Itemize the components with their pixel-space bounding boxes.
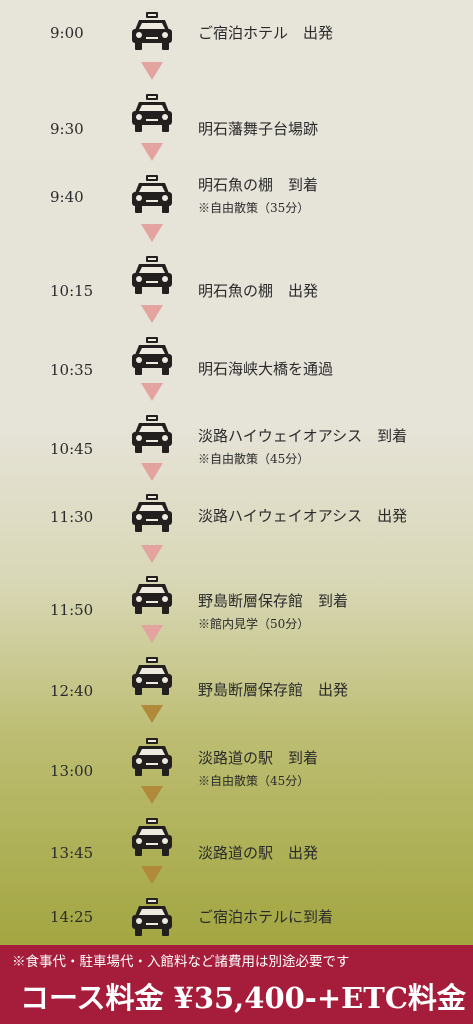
stop-item: ご宿泊ホテル 出発 <box>198 24 468 42</box>
stop-name: 明石魚の棚 到着 <box>198 176 319 194</box>
time-label: 9:40 <box>50 188 84 206</box>
stop-name: 淡路ハイウェイオアシス 出発 <box>198 507 408 525</box>
stop-item: 野島断層保存館 出発 <box>198 681 468 699</box>
time-label: 11:30 <box>50 508 94 526</box>
down-arrow-icon <box>141 305 163 323</box>
stop-item: 淡路ハイウェイオアシス 出発 <box>198 507 468 525</box>
taxi-icon <box>132 657 172 695</box>
down-arrow-icon <box>141 866 163 884</box>
stop-item: 野島断層保存館 到着 ※館内見学（50分） <box>198 592 468 632</box>
stop-name: 明石海峡大橋を通過 <box>198 360 334 378</box>
down-arrow-icon <box>141 224 163 242</box>
taxi-icon <box>132 576 172 614</box>
taxi-icon <box>132 337 172 375</box>
time-label: 10:15 <box>50 282 94 300</box>
course-price: コース料金 ¥35,400-+ETC料金 <box>20 981 466 1015</box>
taxi-icon <box>132 415 172 453</box>
down-arrow-icon <box>141 62 163 80</box>
time-label: 10:45 <box>50 440 94 458</box>
stop-name: ご宿泊ホテル 出発 <box>198 24 334 42</box>
time-label: 10:35 <box>50 361 94 379</box>
stop-name: 淡路ハイウェイオアシス 到着 <box>198 427 408 445</box>
down-arrow-icon <box>141 143 163 161</box>
time-label: 9:00 <box>50 24 84 42</box>
taxi-icon <box>132 494 172 532</box>
stop-name: 淡路道の駅 出発 <box>198 844 319 862</box>
stop-note: ※自由散策（45分） <box>198 452 310 466</box>
stop-note: ※自由散策（35分） <box>198 201 310 215</box>
time-label: 11:50 <box>50 601 94 619</box>
stop-note: ※館内見学（50分） <box>198 617 310 631</box>
stop-item: 淡路道の駅 出発 <box>198 844 468 862</box>
taxi-icon <box>132 12 172 50</box>
taxi-icon <box>132 898 172 936</box>
stop-item: 淡路道の駅 到着 ※自由散策（45分） <box>198 749 468 789</box>
time-label: 14:25 <box>50 908 94 926</box>
stop-item: 明石藩舞子台場跡 <box>198 120 468 138</box>
time-label: 9:30 <box>50 120 84 138</box>
stop-name: 明石藩舞子台場跡 <box>198 120 319 138</box>
schedule-background <box>0 0 473 945</box>
stop-item: 明石海峡大橋を通過 <box>198 360 468 378</box>
down-arrow-icon <box>141 786 163 804</box>
price-footer: ※食事代・駐車場代・入館料など諸費用は別途必要です コース料金 ¥35,400-… <box>0 945 473 1024</box>
taxi-icon <box>132 94 172 132</box>
taxi-icon <box>132 738 172 776</box>
fee-note: ※食事代・駐車場代・入館料など諸費用は別途必要です <box>12 954 350 970</box>
time-label: 13:00 <box>50 762 94 780</box>
stop-name: 淡路道の駅 到着 <box>198 749 319 767</box>
stop-name: 野島断層保存館 出発 <box>198 681 349 699</box>
down-arrow-icon <box>141 383 163 401</box>
stop-name: 野島断層保存館 到着 <box>198 592 349 610</box>
down-arrow-icon <box>141 625 163 643</box>
down-arrow-icon <box>141 705 163 723</box>
taxi-icon <box>132 175 172 213</box>
stop-name: ご宿泊ホテルに到着 <box>198 908 334 926</box>
stop-item: 淡路ハイウェイオアシス 到着 ※自由散策（45分） <box>198 427 468 467</box>
stop-item: 明石魚の棚 出発 <box>198 282 468 300</box>
time-label: 13:45 <box>50 844 94 862</box>
taxi-icon <box>132 256 172 294</box>
stop-item: 明石魚の棚 到着 ※自由散策（35分） <box>198 176 468 216</box>
down-arrow-icon <box>141 545 163 563</box>
stop-note: ※自由散策（45分） <box>198 774 310 788</box>
time-label: 12:40 <box>50 682 94 700</box>
stop-name: 明石魚の棚 出発 <box>198 282 319 300</box>
taxi-icon <box>132 818 172 856</box>
down-arrow-icon <box>141 463 163 481</box>
stop-item: ご宿泊ホテルに到着 <box>198 908 468 926</box>
